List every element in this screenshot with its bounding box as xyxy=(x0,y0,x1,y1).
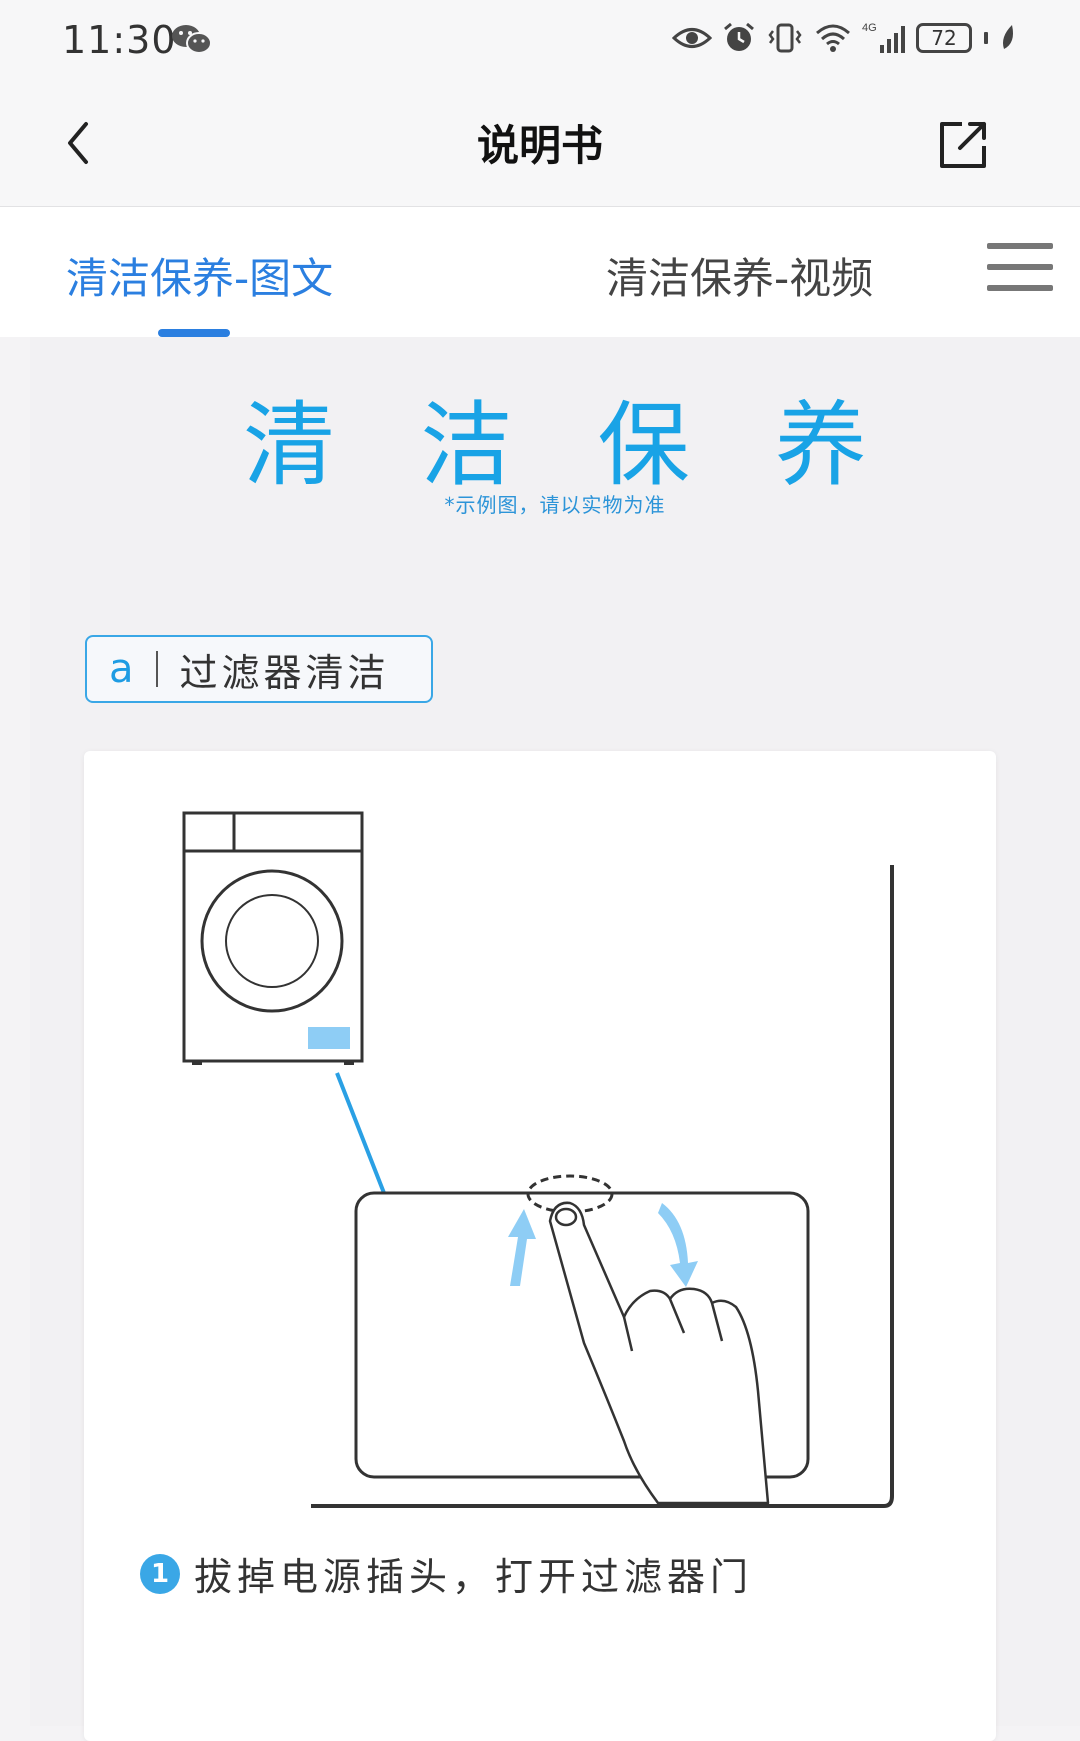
tab-cleaning-video[interactable]: 清洁保养-视频 xyxy=(606,245,873,306)
tab-cleaning-graphic[interactable]: 清洁保养-图文 xyxy=(66,245,333,306)
manual-content[interactable]: 清 洁 保 养 *示例图，请以实物为准 a 过滤器清洁 1 拔掉电源插头，打开过… xyxy=(30,337,1080,1741)
alarm-icon xyxy=(724,22,754,51)
app-header: 说明书 xyxy=(0,80,1080,207)
hand-icon xyxy=(548,1201,770,1505)
tab-bar: 清洁保养-图文 清洁保养-视频 xyxy=(0,207,1080,337)
status-time: 11:30 xyxy=(62,18,177,62)
arrow-up-icon xyxy=(508,1209,536,1286)
leaf-icon xyxy=(1003,25,1013,49)
wechat-icon xyxy=(172,25,212,54)
wall-outline xyxy=(311,865,894,1508)
callout-line xyxy=(335,1072,386,1194)
share-external-icon[interactable] xyxy=(936,116,992,172)
vibrate-icon xyxy=(768,23,802,53)
section-tag: a 过滤器清洁 xyxy=(85,635,433,703)
washing-machine-icon xyxy=(182,811,364,1065)
step-number: 1 xyxy=(140,1553,180,1594)
battery-level: 72 xyxy=(931,26,957,50)
filter-cleaning-illustration xyxy=(182,811,894,1508)
instruction-card: 1 拔掉电源插头，打开过滤器门 xyxy=(84,751,996,1741)
wifi-icon xyxy=(816,24,850,52)
filter-door-highlight xyxy=(308,1027,350,1049)
hamburger-menu-icon[interactable] xyxy=(987,237,1053,297)
step-text: 拔掉电源插头，打开过滤器门 xyxy=(194,1555,754,1599)
section-title: 过滤器清洁 xyxy=(179,650,390,695)
status-bar: 11:30 4G 72 xyxy=(0,0,1080,80)
section-letter: a xyxy=(109,646,134,692)
arrow-curve-down-icon xyxy=(658,1203,698,1287)
eye-icon xyxy=(672,28,712,48)
signal-icon: 4G xyxy=(862,22,905,53)
status-icons: 4G 72 xyxy=(672,16,1018,60)
battery-cap xyxy=(984,32,988,44)
battery-icon: 72 xyxy=(916,23,972,53)
tab-active-indicator xyxy=(158,329,230,337)
hero-subtitle: *示例图，请以实物为准 xyxy=(444,493,666,517)
section-divider xyxy=(155,651,158,687)
network-type-label: 4G xyxy=(862,22,877,34)
page-title: 说明书 xyxy=(476,121,603,170)
hero-title: 清 洁 保 养 xyxy=(243,392,895,499)
step-item: 1 拔掉电源插头，打开过滤器门 xyxy=(140,1546,753,1601)
